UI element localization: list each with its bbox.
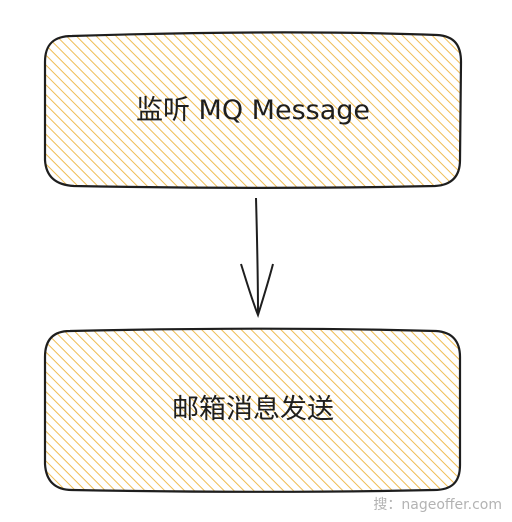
flow-diagram: 监听 MQ Message 邮箱消息发送 (43, 31, 463, 493)
arrow-shaft (255, 197, 259, 316)
node-listen-label: 监听 MQ Message (136, 95, 370, 126)
node-listen: 监听 MQ Message (43, 31, 463, 189)
watermark-text: 搜：nageoffer.com (373, 497, 502, 513)
node-send-label: 邮箱消息发送 (172, 394, 334, 425)
node-send: 邮箱消息发送 (43, 327, 462, 493)
edge-listen-to-send (240, 197, 274, 318)
